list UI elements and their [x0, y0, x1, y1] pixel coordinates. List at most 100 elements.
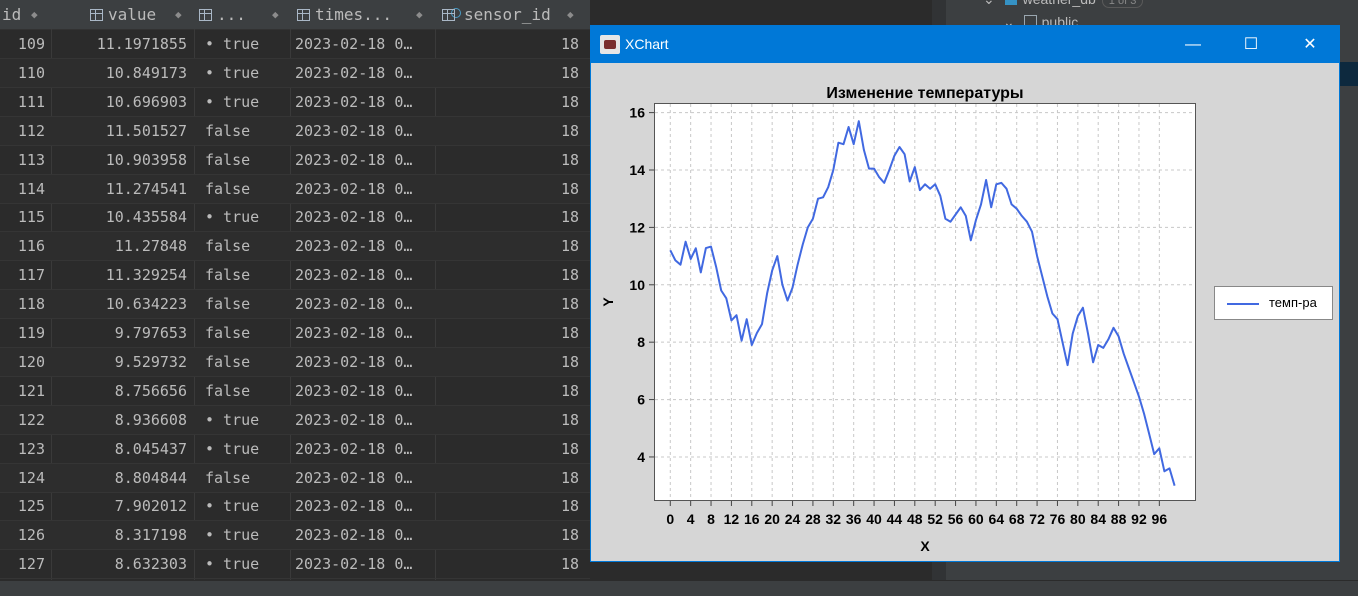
cell-timestamp[interactable]: 2023-02-18 0…: [295, 59, 431, 87]
cell-id[interactable]: 126: [0, 521, 45, 549]
cell-value[interactable]: 11.27848: [52, 232, 187, 260]
cell-sensor-id[interactable]: 18: [437, 406, 579, 434]
cell-value[interactable]: 8.936608: [52, 406, 187, 434]
cell-value[interactable]: 10.696903: [52, 88, 187, 116]
cell-id[interactable]: 118: [0, 290, 45, 318]
column-header-flag[interactable]: ...: [199, 0, 269, 29]
cell-sensor-id[interactable]: 18: [437, 203, 579, 231]
cell-sensor-id[interactable]: 18: [437, 117, 579, 145]
cell-flag[interactable]: • true: [205, 492, 285, 520]
cell-id[interactable]: 123: [0, 435, 45, 463]
cell-timestamp[interactable]: 2023-02-18 0…: [295, 117, 431, 145]
cell-id[interactable]: 115: [0, 203, 45, 231]
cell-value[interactable]: 8.632303: [52, 550, 187, 578]
cell-flag[interactable]: • true: [205, 550, 285, 578]
table-row[interactable]: 115 10.435584 • true 2023-02-18 0… 18: [0, 203, 590, 233]
cell-id[interactable]: 109: [0, 30, 45, 58]
cell-sensor-id[interactable]: 18: [437, 88, 579, 116]
cell-flag[interactable]: • true: [205, 88, 285, 116]
cell-value[interactable]: 8.804844: [52, 464, 187, 492]
cell-flag[interactable]: false: [205, 377, 285, 405]
cell-sensor-id[interactable]: 18: [437, 319, 579, 347]
schema-count-badge[interactable]: 1 of 3: [1101, 0, 1144, 8]
cell-value[interactable]: 10.849173: [52, 59, 187, 87]
cell-value[interactable]: 11.329254: [52, 261, 187, 289]
cell-timestamp[interactable]: 2023-02-18 0…: [295, 464, 431, 492]
cell-sensor-id[interactable]: 18: [437, 290, 579, 318]
cell-sensor-id[interactable]: 18: [437, 175, 579, 203]
sort-icon[interactable]: ◆: [567, 0, 574, 29]
cell-timestamp[interactable]: 2023-02-18 0…: [295, 30, 431, 58]
cell-timestamp[interactable]: 2023-02-18 0…: [295, 261, 431, 289]
sort-icon[interactable]: ◆: [31, 0, 38, 29]
cell-flag[interactable]: false: [205, 348, 285, 376]
cell-timestamp[interactable]: 2023-02-18 0…: [295, 377, 431, 405]
cell-sensor-id[interactable]: 18: [437, 146, 579, 174]
cell-id[interactable]: 122: [0, 406, 45, 434]
cell-flag[interactable]: • true: [205, 59, 285, 87]
cell-value[interactable]: 7.902012: [52, 492, 187, 520]
cell-value[interactable]: 11.501527: [52, 117, 187, 145]
tree-item-database[interactable]: ⌄ weather_db 1 of 3: [983, 0, 1144, 8]
cell-flag[interactable]: false: [205, 146, 285, 174]
table-row[interactable]: 112 11.501527 false 2023-02-18 0… 18: [0, 116, 590, 146]
table-row[interactable]: 113 10.903958 false 2023-02-18 0… 18: [0, 146, 590, 175]
cell-timestamp[interactable]: 2023-02-18 0…: [295, 88, 431, 116]
cell-timestamp[interactable]: 2023-02-18 0…: [295, 348, 431, 376]
sort-icon[interactable]: ◆: [416, 0, 423, 29]
table-row[interactable]: 119 9.797653 false 2023-02-18 0… 18: [0, 319, 590, 348]
cell-flag[interactable]: • true: [205, 406, 285, 434]
cell-sensor-id[interactable]: 18: [437, 492, 579, 520]
sort-icon[interactable]: ◆: [175, 0, 182, 29]
table-row[interactable]: 126 8.317198 • true 2023-02-18 0… 18: [0, 521, 590, 551]
cell-flag[interactable]: • true: [205, 435, 285, 463]
cell-timestamp[interactable]: 2023-02-18 0…: [295, 550, 431, 578]
cell-flag[interactable]: false: [205, 232, 285, 260]
table-row[interactable]: 123 8.045437 • true 2023-02-18 0… 18: [0, 435, 590, 464]
cell-value[interactable]: 9.797653: [52, 319, 187, 347]
table-row[interactable]: 111 10.696903 • true 2023-02-18 0… 18: [0, 88, 590, 117]
cell-id[interactable]: 125: [0, 492, 45, 520]
table-row[interactable]: 127 8.632303 • true 2023-02-18 0… 18: [0, 550, 590, 580]
cell-sensor-id[interactable]: 18: [437, 377, 579, 405]
table-row[interactable]: 114 11.274541 false 2023-02-18 0… 18: [0, 174, 590, 204]
table-row[interactable]: 122 8.936608 • true 2023-02-18 0… 18: [0, 405, 590, 435]
cell-sensor-id[interactable]: 18: [437, 464, 579, 492]
cell-timestamp[interactable]: 2023-02-18 0…: [295, 290, 431, 318]
cell-sensor-id[interactable]: 18: [437, 30, 579, 58]
cell-sensor-id[interactable]: 18: [437, 261, 579, 289]
cell-id[interactable]: 112: [0, 117, 45, 145]
cell-flag[interactable]: • true: [205, 30, 285, 58]
cell-flag[interactable]: • true: [205, 203, 285, 231]
cell-id[interactable]: 120: [0, 348, 45, 376]
cell-sensor-id[interactable]: 18: [437, 521, 579, 549]
cell-value[interactable]: 11.1971855: [52, 30, 187, 58]
cell-timestamp[interactable]: 2023-02-18 0…: [295, 175, 431, 203]
cell-flag[interactable]: false: [205, 464, 285, 492]
table-row[interactable]: 124 8.804844 false 2023-02-18 0… 18: [0, 463, 590, 493]
table-row[interactable]: 120 9.529732 false 2023-02-18 0… 18: [0, 347, 590, 377]
cell-id[interactable]: 121: [0, 377, 45, 405]
cell-flag[interactable]: false: [205, 175, 285, 203]
cell-timestamp[interactable]: 2023-02-18 0…: [295, 203, 431, 231]
cell-id[interactable]: 119: [0, 319, 45, 347]
column-header-sensor-id[interactable]: sensor_id: [442, 0, 562, 29]
table-row[interactable]: 116 11.27848 false 2023-02-18 0… 18: [0, 232, 590, 262]
table-row[interactable]: 121 8.756656 false 2023-02-18 0… 18: [0, 377, 590, 406]
cell-sensor-id[interactable]: 18: [437, 59, 579, 87]
table-row[interactable]: 125 7.902012 • true 2023-02-18 0… 18: [0, 492, 590, 522]
cell-timestamp[interactable]: 2023-02-18 0…: [295, 435, 431, 463]
cell-value[interactable]: 10.634223: [52, 290, 187, 318]
cell-value[interactable]: 8.756656: [52, 377, 187, 405]
cell-flag[interactable]: false: [205, 319, 285, 347]
cell-value[interactable]: 10.435584: [52, 203, 187, 231]
table-row[interactable]: 117 11.329254 false 2023-02-18 0… 18: [0, 261, 590, 291]
cell-value[interactable]: 9.529732: [52, 348, 187, 376]
column-header-value[interactable]: value: [90, 0, 180, 29]
cell-flag[interactable]: false: [205, 261, 285, 289]
cell-value[interactable]: 10.903958: [52, 146, 187, 174]
cell-sensor-id[interactable]: 18: [437, 348, 579, 376]
cell-timestamp[interactable]: 2023-02-18 0…: [295, 406, 431, 434]
selected-tree-row[interactable]: [1340, 62, 1358, 86]
cell-id[interactable]: 114: [0, 175, 45, 203]
